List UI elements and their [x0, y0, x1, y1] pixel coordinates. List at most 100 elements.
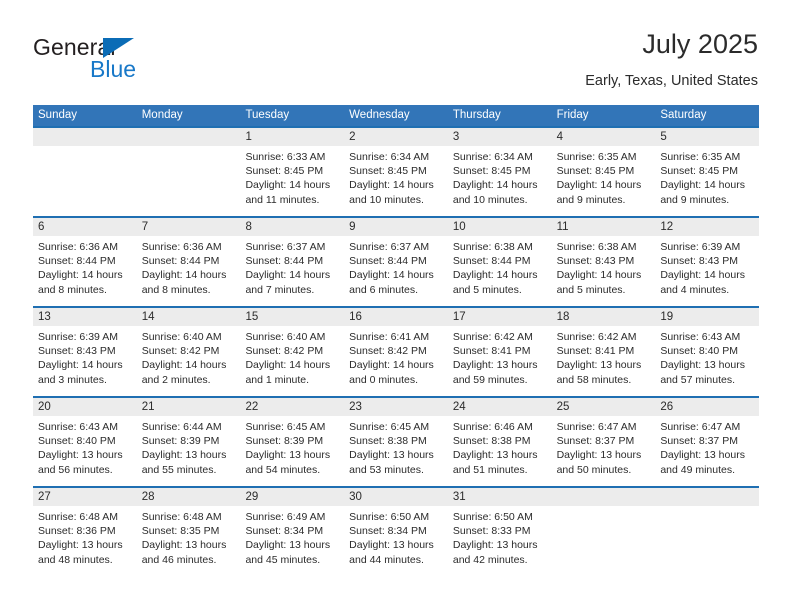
- day-cell[interactable]: Sunrise: 6:45 AM Sunset: 8:38 PM Dayligh…: [344, 416, 448, 486]
- day-cell[interactable]: Sunrise: 6:44 AM Sunset: 8:39 PM Dayligh…: [137, 416, 241, 486]
- day-cell[interactable]: Sunrise: 6:48 AM Sunset: 8:35 PM Dayligh…: [137, 506, 241, 576]
- day-cell[interactable]: Sunrise: 6:47 AM Sunset: 8:37 PM Dayligh…: [655, 416, 759, 486]
- day-number: 17: [452, 311, 466, 323]
- daylight-text-line2: and 10 minutes.: [452, 193, 528, 206]
- day-cell[interactable]: Sunrise: 6:37 AM Sunset: 8:44 PM Dayligh…: [344, 236, 448, 306]
- week-detail-band: Sunrise: 6:36 AM Sunset: 8:44 PM Dayligh…: [33, 236, 759, 306]
- calendar-week-row: 13 14 15 16 17 18 19 Sunrise: 6:39 AM Su…: [33, 306, 759, 396]
- sunrise-text: Sunrise: 6:50 AM: [349, 511, 430, 523]
- week-detail-band: Sunrise: 6:33 AM Sunset: 8:45 PM Dayligh…: [33, 146, 759, 216]
- page-title: July 2025: [642, 29, 758, 59]
- day-number: [137, 128, 241, 146]
- daylight-text-line1: Daylight: 13 hours: [452, 359, 538, 372]
- sunrise-text: Sunrise: 6:45 AM: [349, 421, 430, 433]
- sunset-text: Sunset: 8:44 PM: [349, 255, 427, 268]
- sunrise-text: Sunrise: 6:39 AM: [660, 241, 741, 253]
- sunset-text: Sunset: 8:38 PM: [349, 435, 427, 448]
- day-cell[interactable]: Sunrise: 6:47 AM Sunset: 8:37 PM Dayligh…: [552, 416, 656, 486]
- day-cell[interactable]: Sunrise: 6:46 AM Sunset: 8:38 PM Dayligh…: [448, 416, 552, 486]
- sunrise-text: Sunrise: 6:41 AM: [349, 331, 430, 343]
- sunrise-text: Sunrise: 6:45 AM: [245, 421, 326, 433]
- day-cell[interactable]: Sunrise: 6:37 AM Sunset: 8:44 PM Dayligh…: [240, 236, 344, 306]
- daylight-text-line2: and 59 minutes.: [452, 373, 528, 386]
- day-cell[interactable]: Sunrise: 6:34 AM Sunset: 8:45 PM Dayligh…: [448, 146, 552, 216]
- day-cell[interactable]: Sunrise: 6:42 AM Sunset: 8:41 PM Dayligh…: [552, 326, 656, 396]
- day-cell[interactable]: [552, 506, 656, 576]
- day-cell[interactable]: [137, 146, 241, 216]
- daylight-text-line1: Daylight: 13 hours: [245, 539, 331, 552]
- day-cell[interactable]: Sunrise: 6:49 AM Sunset: 8:34 PM Dayligh…: [240, 506, 344, 576]
- sunset-text: Sunset: 8:38 PM: [452, 435, 531, 448]
- day-cell[interactable]: Sunrise: 6:34 AM Sunset: 8:45 PM Dayligh…: [344, 146, 448, 216]
- weekday-monday: Monday: [141, 109, 183, 121]
- day-cell[interactable]: Sunrise: 6:50 AM Sunset: 8:34 PM Dayligh…: [344, 506, 448, 576]
- daylight-text-line2: and 56 minutes.: [38, 463, 113, 476]
- day-cell[interactable]: Sunrise: 6:38 AM Sunset: 8:43 PM Dayligh…: [552, 236, 656, 306]
- sunset-text: Sunset: 8:35 PM: [141, 525, 220, 538]
- day-number: 26: [660, 401, 674, 413]
- sunset-text: Sunset: 8:44 PM: [38, 255, 116, 268]
- sunrise-text: Sunrise: 6:48 AM: [38, 511, 118, 523]
- daylight-text-line1: Daylight: 14 hours: [349, 269, 434, 282]
- day-cell[interactable]: Sunrise: 6:40 AM Sunset: 8:42 PM Dayligh…: [137, 326, 241, 396]
- daylight-text-line2: and 3 minutes.: [38, 373, 107, 386]
- sunset-text: Sunset: 8:39 PM: [141, 435, 220, 448]
- daylight-text-line2: and 57 minutes.: [660, 373, 736, 386]
- logo-triangle-icon: [103, 38, 134, 58]
- daylight-text-line1: Daylight: 13 hours: [141, 539, 227, 552]
- day-cell[interactable]: Sunrise: 6:43 AM Sunset: 8:40 PM Dayligh…: [655, 326, 759, 396]
- day-cell[interactable]: Sunrise: 6:35 AM Sunset: 8:45 PM Dayligh…: [655, 146, 759, 216]
- week-detail-band: Sunrise: 6:43 AM Sunset: 8:40 PM Dayligh…: [33, 416, 759, 486]
- day-number: 31: [452, 491, 466, 503]
- day-cell[interactable]: Sunrise: 6:42 AM Sunset: 8:41 PM Dayligh…: [448, 326, 552, 396]
- day-cell[interactable]: [33, 146, 137, 216]
- daylight-text-line2: and 9 minutes.: [660, 193, 730, 206]
- calendar-week-row: 6 7 8 9 10 11 12 Sunrise: 6:36 AM Sunset…: [33, 216, 759, 306]
- sunrise-text: Sunrise: 6:44 AM: [141, 421, 222, 433]
- day-number: 22: [245, 401, 259, 413]
- day-cell[interactable]: Sunrise: 6:33 AM Sunset: 8:45 PM Dayligh…: [240, 146, 344, 216]
- daylight-text-line1: Daylight: 14 hours: [38, 269, 123, 282]
- daylight-text-line1: Daylight: 14 hours: [660, 179, 745, 192]
- day-cell[interactable]: Sunrise: 6:39 AM Sunset: 8:43 PM Dayligh…: [655, 236, 759, 306]
- day-number: 18: [556, 311, 570, 323]
- day-number: 30: [349, 491, 362, 503]
- day-number: 8: [245, 221, 252, 233]
- day-cell[interactable]: Sunrise: 6:39 AM Sunset: 8:43 PM Dayligh…: [33, 326, 137, 396]
- sunrise-text: Sunrise: 6:37 AM: [349, 241, 430, 253]
- general-blue-logo[interactable]: General Blue: [33, 34, 233, 94]
- day-cell[interactable]: [655, 506, 759, 576]
- daylight-text-line1: Daylight: 13 hours: [245, 449, 331, 462]
- day-number: 20: [38, 401, 51, 413]
- sunset-text: Sunset: 8:45 PM: [245, 165, 324, 178]
- sunrise-text: Sunrise: 6:42 AM: [452, 331, 533, 343]
- day-cell[interactable]: Sunrise: 6:38 AM Sunset: 8:44 PM Dayligh…: [448, 236, 552, 306]
- day-number: 25: [556, 401, 570, 413]
- daylight-text-line2: and 44 minutes.: [349, 553, 424, 566]
- sunrise-text: Sunrise: 6:48 AM: [141, 511, 222, 523]
- day-cell[interactable]: Sunrise: 6:36 AM Sunset: 8:44 PM Dayligh…: [33, 236, 137, 306]
- day-number: 9: [349, 221, 356, 233]
- day-cell[interactable]: Sunrise: 6:36 AM Sunset: 8:44 PM Dayligh…: [137, 236, 241, 306]
- daylight-text-line2: and 0 minutes.: [349, 373, 419, 386]
- daylight-text-line2: and 50 minutes.: [556, 463, 632, 476]
- daylight-text-line1: Daylight: 14 hours: [556, 179, 642, 192]
- day-number: 11: [556, 221, 569, 233]
- day-cell[interactable]: Sunrise: 6:50 AM Sunset: 8:33 PM Dayligh…: [448, 506, 552, 576]
- calendar-table: Sunday Monday Tuesday Wednesday Thursday…: [33, 105, 759, 576]
- daylight-text-line1: Daylight: 13 hours: [660, 449, 745, 462]
- day-cell[interactable]: Sunrise: 6:45 AM Sunset: 8:39 PM Dayligh…: [240, 416, 344, 486]
- sunset-text: Sunset: 8:36 PM: [38, 525, 116, 538]
- weekday-tuesday: Tuesday: [245, 109, 290, 121]
- day-cell[interactable]: Sunrise: 6:40 AM Sunset: 8:42 PM Dayligh…: [240, 326, 344, 396]
- daylight-text-line1: Daylight: 14 hours: [245, 179, 331, 192]
- day-number: [33, 128, 137, 146]
- daylight-text-line1: Daylight: 14 hours: [452, 179, 538, 192]
- day-cell[interactable]: Sunrise: 6:35 AM Sunset: 8:45 PM Dayligh…: [552, 146, 656, 216]
- day-cell[interactable]: Sunrise: 6:43 AM Sunset: 8:40 PM Dayligh…: [33, 416, 137, 486]
- day-cell[interactable]: Sunrise: 6:48 AM Sunset: 8:36 PM Dayligh…: [33, 506, 137, 576]
- day-cell[interactable]: Sunrise: 6:41 AM Sunset: 8:42 PM Dayligh…: [344, 326, 448, 396]
- daylight-text-line2: and 5 minutes.: [452, 283, 522, 296]
- week-daynumber-band: 20 21 22 23 24 25 26: [33, 398, 759, 416]
- sunrise-text: Sunrise: 6:35 AM: [556, 151, 637, 163]
